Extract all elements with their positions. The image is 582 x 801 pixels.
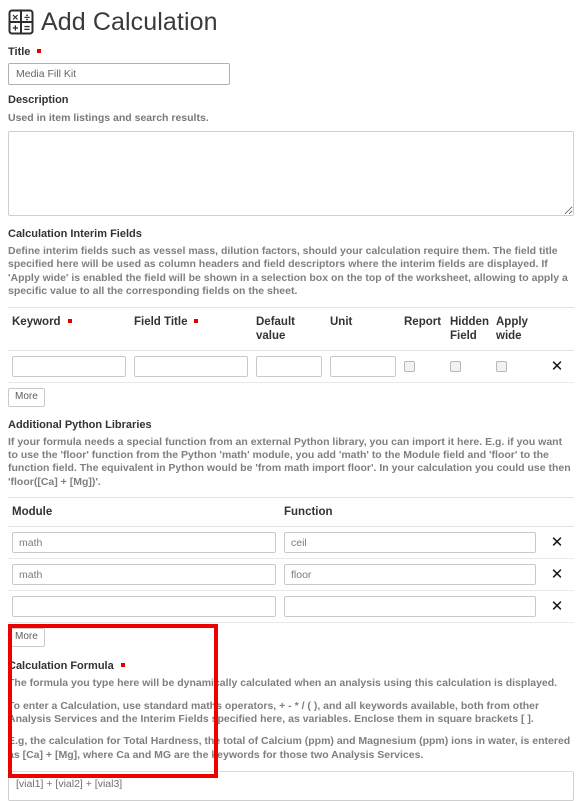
cell-hidden-field	[446, 350, 492, 383]
interim-field-title-input[interactable]	[134, 355, 248, 377]
close-x-icon[interactable]: ✕	[544, 599, 570, 614]
cell-delete: ✕	[540, 558, 574, 592]
table-row: ✕	[8, 558, 574, 592]
interim-fields-table: Keyword Field Title Default value Unit R…	[8, 306, 574, 383]
cell-module	[8, 526, 280, 560]
cell-function	[280, 526, 540, 560]
python-libraries-table: Module Function ✕	[8, 497, 574, 624]
table-row: ✕	[8, 350, 574, 383]
page-header: Add Calculation	[8, 8, 574, 36]
column-header-hidden-field: Hidden Field	[446, 306, 492, 351]
column-header-default-value: Default value	[252, 306, 326, 351]
interim-fields-title: Calculation Interim Fields	[8, 228, 142, 240]
function-input[interactable]	[284, 564, 536, 586]
required-marker-icon	[120, 663, 125, 668]
interim-unit-input[interactable]	[330, 355, 396, 377]
formula-paragraph-3: E.g, the calculation for Total Hardness,…	[8, 735, 571, 761]
module-input[interactable]	[12, 596, 276, 618]
required-marker-icon	[37, 49, 42, 53]
description-field-group: Description Used in item listings and se…	[8, 94, 574, 216]
column-header-keyword: Keyword	[8, 306, 130, 351]
calculator-icon	[8, 9, 34, 35]
description-help-text: Used in item listings and search results…	[8, 112, 209, 124]
cell-apply-wide	[492, 350, 540, 383]
interim-fields-header-row: Keyword Field Title Default value Unit R…	[8, 306, 574, 351]
python-libraries-section: Additional Python Libraries If your form…	[8, 419, 574, 648]
interim-hidden-field-checkbox[interactable]	[450, 360, 461, 372]
interim-report-checkbox[interactable]	[404, 360, 415, 372]
title-label-text: Title	[8, 46, 31, 58]
interim-apply-wide-checkbox[interactable]	[496, 360, 507, 372]
column-header-delete	[540, 306, 574, 351]
description-label: Description	[8, 94, 69, 106]
interim-fields-description: Define interim fields such as vessel mas…	[8, 245, 568, 298]
table-row: ✕	[8, 526, 574, 560]
column-header-delete	[540, 497, 574, 528]
column-header-keyword-label: Keyword	[12, 315, 61, 328]
cell-delete: ✕	[540, 590, 574, 624]
cell-default-value	[252, 350, 326, 383]
formula-paragraph-1: The formula you type here will be dynami…	[8, 677, 558, 690]
close-x-icon[interactable]: ✕	[544, 358, 570, 374]
table-row: ✕	[8, 590, 574, 624]
interim-default-value-input[interactable]	[256, 355, 322, 377]
interim-keyword-input[interactable]	[12, 355, 126, 377]
column-header-unit: Unit	[326, 306, 400, 351]
cell-function	[280, 590, 540, 624]
calculation-formula-label-text: Calculation Formula	[8, 660, 114, 673]
function-input[interactable]	[284, 596, 536, 618]
module-input[interactable]	[12, 564, 276, 586]
calculation-formula-section: Calculation Formula The formula you type…	[8, 651, 574, 801]
cell-report	[400, 350, 446, 383]
cell-delete: ✕	[540, 350, 574, 383]
required-marker-icon	[67, 318, 72, 323]
cell-unit	[326, 350, 400, 383]
calculation-formula-textarea[interactable]	[8, 771, 574, 801]
add-calculation-page: Add Calculation Title Description Used i…	[0, 0, 582, 801]
calculation-formula-label: Calculation Formula	[8, 660, 125, 672]
python-libraries-description: If your formula needs a special function…	[8, 435, 571, 488]
interim-fields-section: Calculation Interim Fields Define interi…	[8, 228, 574, 407]
title-field-group: Title	[8, 46, 574, 85]
cell-module	[8, 558, 280, 592]
python-libraries-header-row: Module Function	[8, 497, 574, 528]
module-input[interactable]	[12, 532, 276, 554]
required-marker-icon	[194, 318, 199, 323]
python-libraries-more-button[interactable]: More	[8, 628, 45, 648]
cell-keyword	[8, 350, 130, 383]
python-libraries-title: Additional Python Libraries	[8, 418, 152, 431]
cell-function	[280, 558, 540, 592]
column-header-field-title-label: Field Title	[134, 315, 188, 328]
cell-field-title	[130, 350, 252, 383]
formula-paragraph-2: To enter a Calculation, use standard mat…	[8, 699, 540, 726]
close-x-icon[interactable]: ✕	[544, 535, 570, 550]
cell-delete: ✕	[540, 526, 574, 560]
column-header-function: Function	[280, 497, 540, 528]
column-header-apply-wide: Apply wide	[492, 306, 540, 351]
cell-module	[8, 590, 280, 624]
column-header-module: Module	[8, 497, 280, 528]
function-input[interactable]	[284, 532, 536, 554]
title-label: Title	[8, 46, 42, 58]
interim-more-button[interactable]: More	[8, 387, 45, 407]
title-input[interactable]	[8, 63, 230, 85]
column-header-report: Report	[400, 306, 446, 351]
page-title: Add Calculation	[41, 8, 218, 36]
column-header-field-title: Field Title	[130, 306, 252, 351]
description-textarea[interactable]	[8, 131, 574, 216]
close-x-icon[interactable]: ✕	[544, 567, 570, 582]
